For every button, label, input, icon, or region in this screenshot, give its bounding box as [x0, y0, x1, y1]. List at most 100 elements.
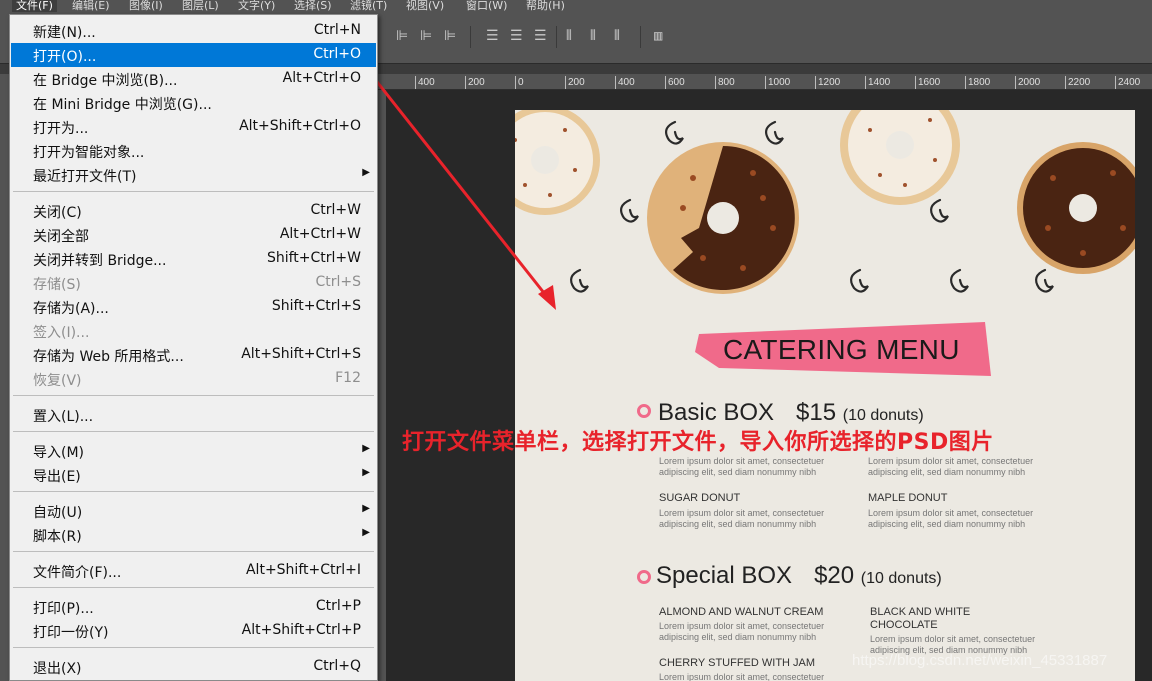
ruler-label: 200	[568, 77, 585, 88]
menu-item-close-go-bridge[interactable]: 关闭并转到 Bridge... Shift+Ctrl+W	[11, 247, 376, 271]
menu-item-browse-bridge[interactable]: 在 Bridge 中浏览(B)... Alt+Ctrl+O	[11, 67, 376, 91]
align-hcenter-icon[interactable]: ⊫	[420, 28, 432, 44]
distribute-right-icon[interactable]: ⫴	[614, 28, 620, 44]
menu-help[interactable]: 帮助(H)	[526, 0, 565, 12]
menu-view[interactable]: 视图(V)	[406, 0, 444, 12]
menu-item-exit[interactable]: 退出(X) Ctrl+Q	[11, 655, 376, 679]
menu-item-print-one-copy[interactable]: 打印一份(Y) Alt+Shift+Ctrl+P	[11, 619, 376, 643]
menu-item-automate[interactable]: 自动(U) ▶	[11, 499, 376, 523]
menu-item-check-in[interactable]: 签入(I)...	[11, 319, 376, 343]
toolbar-divider	[640, 26, 641, 48]
menu-separator	[13, 191, 374, 192]
menu-item-import[interactable]: 导入(M) ▶	[11, 439, 376, 463]
menu-separator	[13, 647, 374, 648]
box-heading: Special BOX $20 (10 donuts)	[656, 562, 942, 590]
tutorial-annotation: 打开文件菜单栏，选择打开文件，导入你所选择的PSD图片	[402, 430, 994, 455]
menu-item-export[interactable]: 导出(E) ▶	[11, 463, 376, 487]
horizontal-ruler: 400 200 0 200 400 600 800 1000 1200 1400…	[378, 74, 1152, 90]
menu-item-close[interactable]: 关闭(C) Ctrl+W	[11, 199, 376, 223]
menu-separator	[13, 491, 374, 492]
item-description: Lorem ipsum dolor sit amet, consectetuer…	[659, 621, 825, 642]
item-name: ALMOND AND WALNUT CREAM	[659, 606, 824, 618]
menu-item-save[interactable]: 存储(S) Ctrl+S	[11, 271, 376, 295]
ruler-label: 800	[718, 77, 735, 88]
submenu-arrow-icon: ▶	[362, 443, 370, 454]
vertical-ruler	[378, 90, 386, 681]
glazed-donut-image	[515, 110, 600, 215]
chocolate-donut-image	[647, 142, 799, 294]
menu-filter[interactable]: 滤镜(T)	[350, 0, 387, 12]
box-count: (10 donuts)	[860, 570, 942, 587]
box-price: $15	[796, 399, 837, 426]
distribute-left-icon[interactable]: ⫴	[566, 28, 572, 44]
align-left-icon[interactable]: ⊫	[396, 28, 408, 44]
menu-item-recent-files[interactable]: 最近打开文件(T) ▶	[11, 163, 376, 187]
box-price: $20	[814, 562, 855, 589]
menu-edit[interactable]: 编辑(E)	[72, 0, 110, 12]
box-count: (10 donuts)	[842, 407, 924, 424]
item-name: BLACK AND WHITE CHOCOLATE	[870, 606, 971, 631]
menu-separator	[13, 551, 374, 552]
menu-item-browse-mini-bridge[interactable]: 在 Mini Bridge 中浏览(G)...	[11, 91, 376, 115]
menu-item-new[interactable]: 新建(N)... Ctrl+N	[11, 19, 376, 43]
menu-poster: CATERING MENU Basic BOX $15 (10 donuts) L…	[515, 110, 1135, 681]
item-description: Lorem ipsum dolor sit amet, consectetuer	[659, 672, 825, 681]
distribute-top-icon[interactable]: ☰	[486, 28, 499, 44]
menu-select[interactable]: 选择(S)	[294, 0, 332, 12]
menu-layer[interactable]: 图层(L)	[182, 0, 219, 12]
ruler-label: 0	[518, 77, 524, 88]
menu-file[interactable]: 文件(F)	[12, 0, 57, 12]
menu-separator	[13, 431, 374, 432]
ruler-label: 1600	[918, 77, 941, 88]
section-bullet-icon	[637, 404, 651, 418]
ruler-label: 600	[668, 77, 685, 88]
menu-type[interactable]: 文字(Y)	[238, 0, 275, 12]
banner-title: CATERING MENU	[723, 334, 960, 365]
menu-item-save-for-web[interactable]: 存储为 Web 所用格式... Alt+Shift+Ctrl+S	[11, 343, 376, 367]
chocolate-donut-image	[1017, 142, 1135, 274]
watermark: https://blog.csdn.net/weixin_45331887	[852, 652, 1108, 669]
menu-bar: 文件(F) 编辑(E) 图像(I) 图层(L) 文字(Y) 选择(S) 滤镜(T…	[0, 0, 1152, 12]
ruler-label: 200	[468, 77, 485, 88]
menu-item-save-as[interactable]: 存储为(A)... Shift+Ctrl+S	[11, 295, 376, 319]
submenu-arrow-icon: ▶	[362, 467, 370, 478]
item-description: Lorem ipsum dolor sit amet, consectetuer…	[868, 456, 1034, 477]
menu-item-file-info[interactable]: 文件简介(F)... Alt+Shift+Ctrl+I	[11, 559, 376, 583]
ruler-label: 400	[618, 77, 635, 88]
box-name: Basic BOX	[658, 399, 775, 426]
align-right-icon[interactable]: ⊫	[444, 28, 456, 44]
submenu-arrow-icon: ▶	[362, 527, 370, 538]
menu-separator	[13, 587, 374, 588]
distribute-vcenter-icon[interactable]: ☰	[510, 28, 523, 44]
toolbar-divider	[470, 26, 471, 48]
item-description: Lorem ipsum dolor sit amet, consectetuer…	[868, 508, 1034, 529]
menu-item-open-as[interactable]: 打开为... Alt+Shift+Ctrl+O	[11, 115, 376, 139]
auto-align-icon[interactable]: ▥	[654, 28, 662, 44]
item-description: Lorem ipsum dolor sit amet, consectetuer…	[659, 456, 825, 477]
toolbar-divider	[556, 26, 557, 48]
item-name: SUGAR DONUT	[659, 492, 741, 504]
glazed-donut-image	[840, 110, 960, 205]
menu-image[interactable]: 图像(I)	[129, 0, 163, 12]
menu-window[interactable]: 窗口(W)	[466, 0, 507, 12]
submenu-arrow-icon: ▶	[362, 503, 370, 514]
menu-item-place[interactable]: 置入(L)...	[11, 403, 376, 427]
file-menu-dropdown: 新建(N)... Ctrl+N 打开(O)... Ctrl+O 在 Bridge 中…	[9, 14, 378, 681]
item-name: MAPLE DONUT	[868, 492, 948, 504]
ruler-label: 1800	[968, 77, 991, 88]
ruler-label: 2400	[1118, 77, 1141, 88]
menu-item-print[interactable]: 打印(P)... Ctrl+P	[11, 595, 376, 619]
menu-item-close-all[interactable]: 关闭全部 Alt+Ctrl+W	[11, 223, 376, 247]
item-name: CHERRY STUFFED WITH JAM	[659, 657, 816, 669]
distribute-hcenter-icon[interactable]: ⫴	[590, 28, 596, 44]
menu-item-open-smart-object[interactable]: 打开为智能对象...	[11, 139, 376, 163]
menu-separator	[13, 395, 374, 396]
ruler-label: 2000	[1018, 77, 1041, 88]
menu-item-scripts[interactable]: 脚本(R) ▶	[11, 523, 376, 547]
ruler-label: 1000	[768, 77, 791, 88]
ruler-label: 2200	[1068, 77, 1091, 88]
distribute-bottom-icon[interactable]: ☰	[534, 28, 547, 44]
catering-menu-banner: CATERING MENU	[695, 322, 995, 380]
menu-item-revert[interactable]: 恢复(V) F12	[11, 367, 376, 391]
menu-item-open[interactable]: 打开(O)... Ctrl+O	[11, 43, 376, 67]
